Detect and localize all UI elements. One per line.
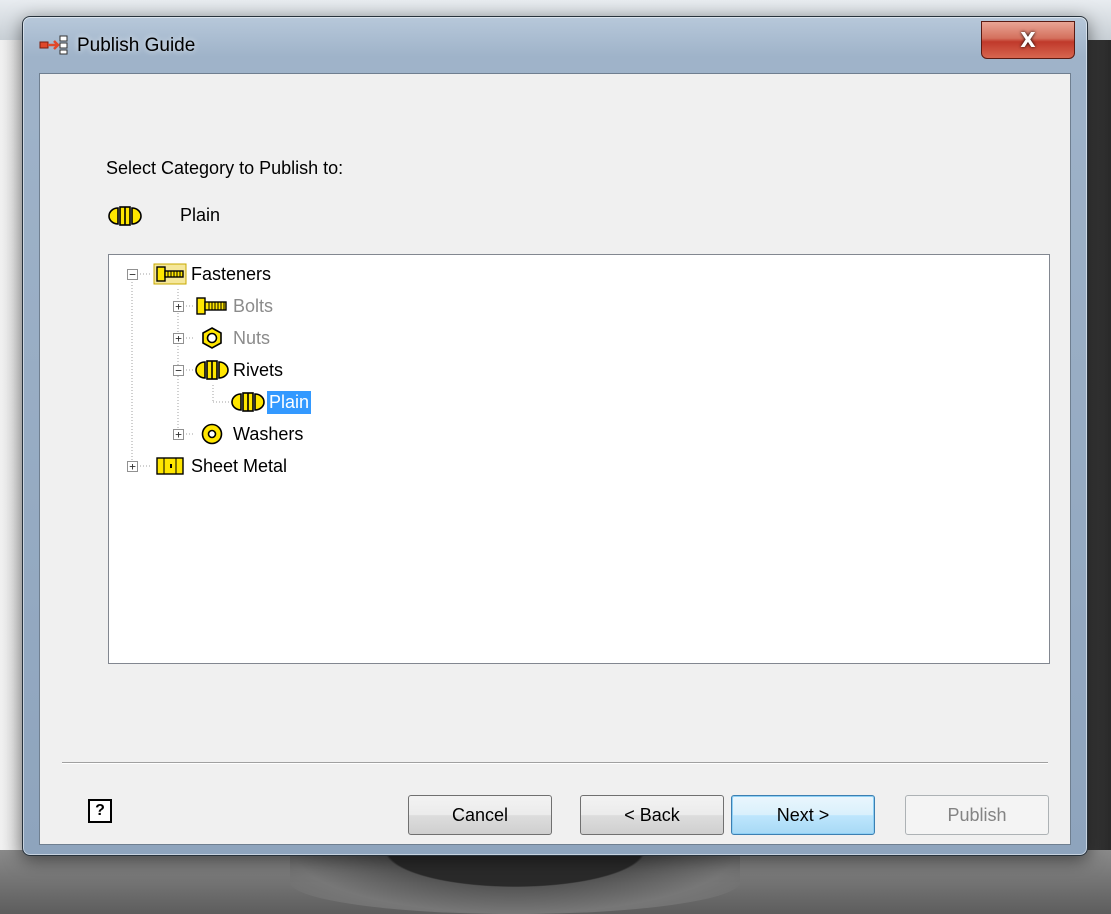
button-separator: [62, 762, 1048, 764]
cancel-button[interactable]: Cancel: [408, 795, 552, 835]
category-tree[interactable]: − Fasteners + Bolts + Nuts − Rivets Plai…: [108, 254, 1050, 664]
tree-item-sheet-metal[interactable]: Sheet Metal: [153, 453, 289, 479]
tree-item-fasteners[interactable]: Fasteners: [153, 261, 273, 287]
tree-item-rivets[interactable]: Rivets: [195, 357, 285, 383]
tree-item-label: Rivets: [233, 359, 284, 380]
publish-guide-icon: [39, 35, 68, 55]
dialog-client-area: Select Category to Publish to: Plain − F…: [39, 73, 1071, 845]
back-button[interactable]: < Back: [580, 795, 724, 835]
tree-expand-washers[interactable]: +: [173, 429, 184, 440]
help-button[interactable]: ?: [88, 799, 112, 823]
tree-item-label: Fasteners: [191, 263, 272, 284]
tree-item-label: Washers: [233, 423, 304, 444]
close-icon: X: [1020, 28, 1036, 52]
sheet-metal-icon: [156, 457, 184, 475]
nut-icon: [202, 327, 222, 349]
background-model-shape: [290, 850, 740, 914]
rivet-icon: [231, 392, 265, 412]
rivet-icon: [195, 360, 229, 380]
tree-item-label: Plain: [267, 390, 312, 414]
rivet-icon: [108, 206, 142, 226]
tree-item-label: Bolts: [233, 295, 274, 316]
category-prompt: Select Category to Publish to:: [106, 158, 344, 178]
tree-item-label: Nuts: [233, 327, 271, 348]
tree-item-label: Sheet Metal: [191, 455, 288, 476]
tree-expand-sheet-metal[interactable]: +: [127, 461, 138, 472]
washer-icon: [201, 423, 223, 445]
window-title: Publish Guide: [77, 35, 196, 56]
tree-item-plain[interactable]: Plain: [231, 389, 312, 415]
tree-item-washers[interactable]: Washers: [195, 421, 305, 447]
publish-button[interactable]: Publish: [905, 795, 1049, 835]
tree-expand-nuts[interactable]: +: [173, 333, 184, 344]
close-button[interactable]: X: [981, 21, 1075, 59]
selected-category-label: Plain: [180, 205, 221, 225]
publish-guide-dialog: Publish Guide X Select Category to Publi…: [22, 16, 1088, 856]
next-button[interactable]: Next >: [731, 795, 875, 835]
tree-item-bolts[interactable]: Bolts: [195, 293, 275, 319]
help-icon: ?: [95, 802, 105, 819]
tree-collapse-rivets[interactable]: −: [173, 365, 184, 376]
fastener-icon: [153, 263, 187, 285]
bolt-icon: [196, 297, 227, 315]
tree-expand-bolts[interactable]: +: [173, 301, 184, 312]
tree-collapse-fasteners[interactable]: −: [127, 269, 138, 280]
tree-item-nuts[interactable]: Nuts: [195, 325, 272, 351]
